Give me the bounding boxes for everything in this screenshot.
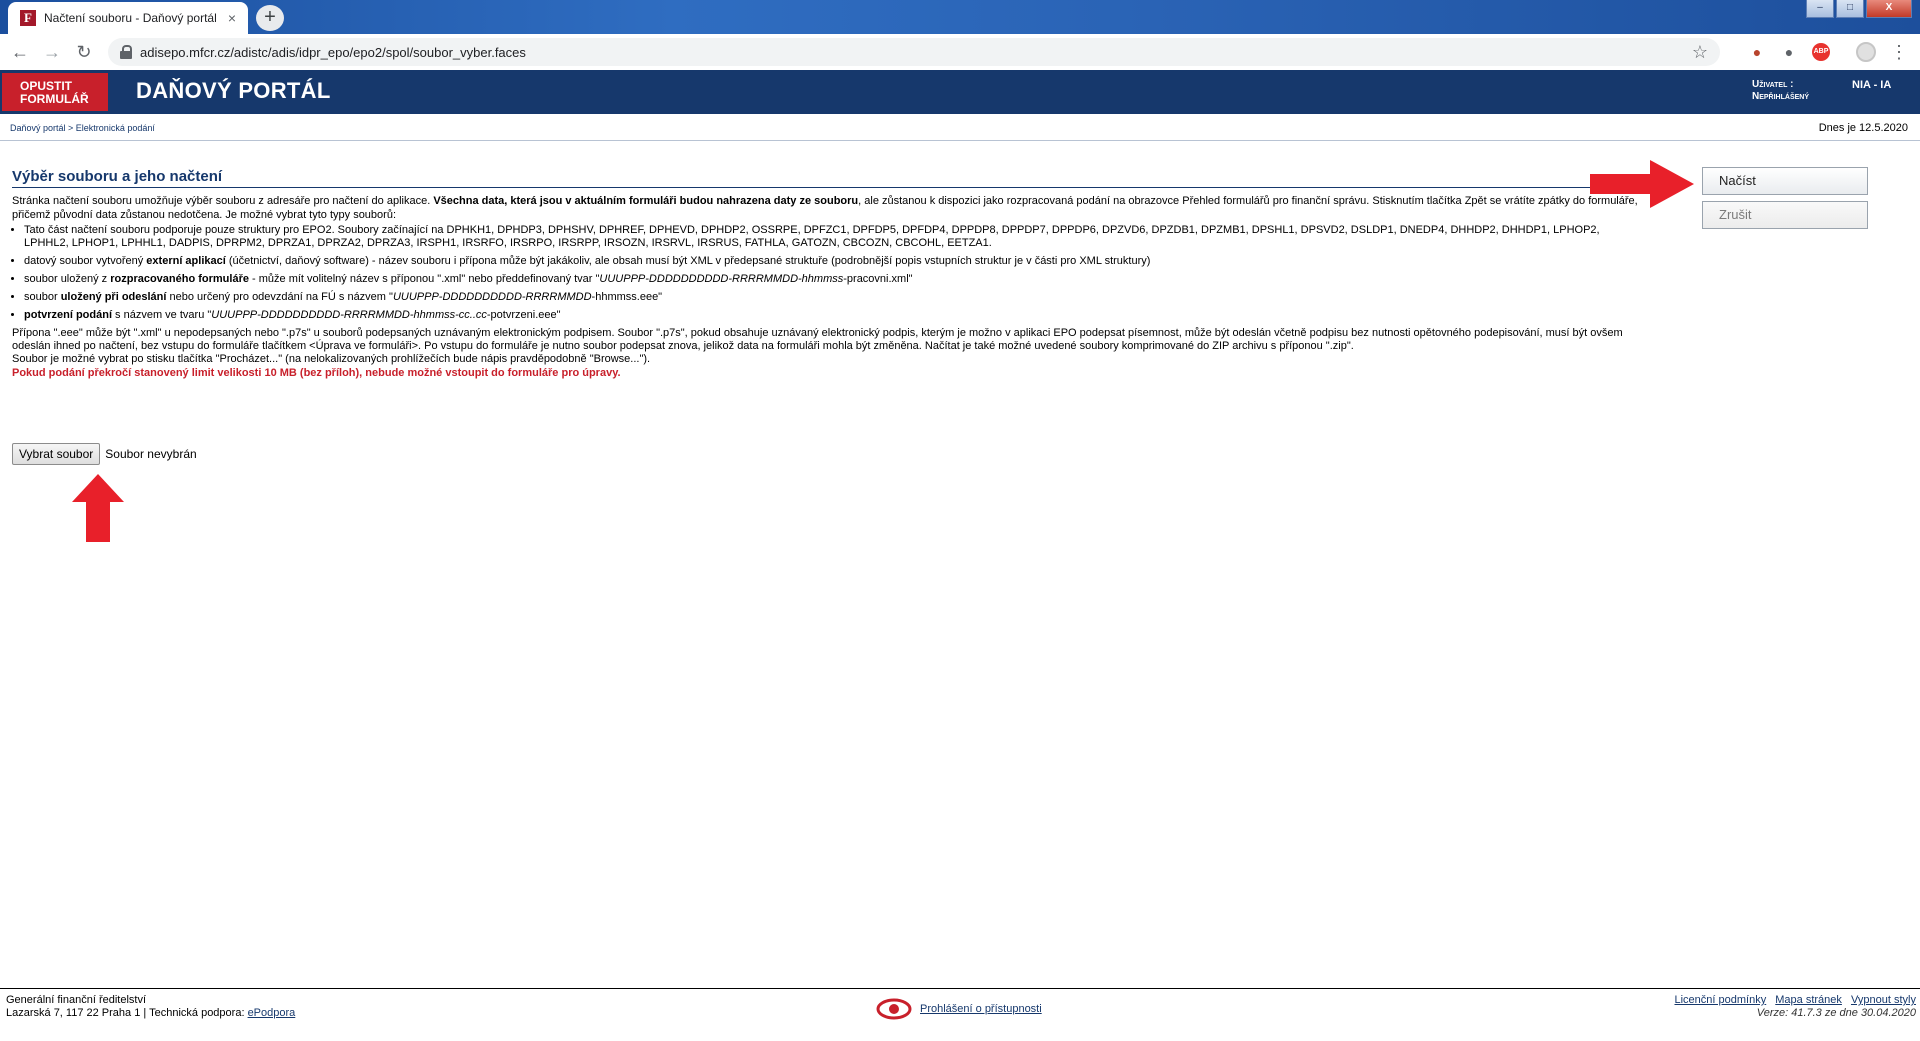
- footer-org-name: Generální finanční ředitelství: [6, 994, 147, 1006]
- list-item: datový soubor vytvořený externí aplikací…: [24, 255, 1646, 268]
- browser-toolbar: ← → ↻ adisepo.mfcr.cz/adistc/adis/idpr_e…: [0, 34, 1920, 71]
- portal-favicon-icon: F: [20, 10, 36, 26]
- footer-org: Generální finanční ředitelství Lazarská …: [6, 994, 295, 1020]
- size-limit-warning: Pokud podání překročí stanovený limit ve…: [12, 367, 621, 379]
- lock-icon[interactable]: [120, 45, 132, 59]
- accessibility-link[interactable]: Prohlášení o přístupnosti: [920, 1003, 1042, 1016]
- user-label-line1: Uživatel :: [1752, 79, 1794, 90]
- eye-icon: [876, 998, 912, 1020]
- reload-icon[interactable]: ↻: [72, 40, 96, 64]
- disable-styles-link[interactable]: Vypnout styly: [1851, 994, 1916, 1006]
- browser-tab[interactable]: F Načtení souboru - Daňový portál ×: [8, 2, 248, 34]
- portal-title: DAŇOVÝ PORTÁL: [136, 78, 331, 103]
- load-button[interactable]: Načíst: [1702, 167, 1868, 195]
- intro-warning-bold: Všechna data, která jsou v aktuálním for…: [433, 195, 859, 207]
- browse-note: Soubor je možné vybrat po stisku tlačítk…: [12, 353, 651, 365]
- tab-title: Načtení souboru - Daňový portál: [44, 11, 217, 25]
- page-title: Výběr souboru a jeho načtení: [12, 168, 1646, 188]
- user-label-line2: Nepřihlášený: [1752, 91, 1810, 102]
- exit-label-line2: FORMULÁŘ: [20, 92, 89, 106]
- new-tab-button[interactable]: +: [256, 5, 284, 31]
- list-item: soubor uložený při odeslání nebo určený …: [24, 291, 1646, 304]
- current-date: Dnes je 12.5.2020: [1818, 122, 1908, 134]
- list-item: Tato část načtení souboru podporuje pouz…: [24, 224, 1646, 250]
- annotation-arrow-right-icon: [1590, 160, 1694, 208]
- footer: Generální finanční ředitelství Lazarská …: [0, 988, 1920, 1041]
- footer-links: Licenční podmínky Mapa stránek Vypnout s…: [1668, 994, 1916, 1020]
- sitemap-link[interactable]: Mapa stránek: [1775, 994, 1842, 1006]
- ladybug-icon[interactable]: ●: [1748, 43, 1766, 61]
- back-arrow-icon[interactable]: ←: [8, 40, 32, 64]
- browser-tabstrip: F Načtení souboru - Daňový portál × + – …: [0, 0, 1920, 34]
- breadcrumb-bar: Daňový portál > Elektronická podání Dnes…: [0, 114, 1920, 141]
- file-input[interactable]: Vybrat soubor Soubor nevybrán: [12, 443, 197, 465]
- profile-avatar-icon[interactable]: [1856, 42, 1876, 62]
- breadcrumb-item-portal[interactable]: Daňový portál: [10, 123, 66, 133]
- breadcrumb: Daňový portál > Elektronická podání: [10, 123, 155, 133]
- bookmark-star-icon[interactable]: ☆: [1692, 42, 1708, 63]
- browser-menu-icon[interactable]: ⋮: [1890, 40, 1908, 64]
- user-label: Uživatel : Nepřihlášený: [1752, 79, 1809, 103]
- choose-file-button[interactable]: Vybrat soubor: [12, 443, 101, 465]
- minimize-button[interactable]: –: [1806, 0, 1834, 18]
- portal-header: OPUSTIT FORMULÁŘ DAŇOVÝ PORTÁL Uživatel …: [0, 70, 1920, 114]
- extension-note: Přípona ".eee" může být ".xml" u nepodep…: [12, 327, 1623, 352]
- address-bar[interactable]: adisepo.mfcr.cz/adistc/adis/idpr_epo/epo…: [108, 38, 1720, 66]
- adblock-icon[interactable]: ABP: [1812, 43, 1830, 61]
- breadcrumb-item-electronic-filing[interactable]: Elektronická podání: [76, 123, 155, 133]
- footer-address: Lazarská 7, 117 22 Praha 1 | Technická p…: [6, 1007, 296, 1019]
- login-method: NIA - IA: [1852, 79, 1892, 91]
- location-pin-icon[interactable]: ●: [1780, 43, 1798, 61]
- close-tab-icon[interactable]: ×: [222, 10, 242, 26]
- file-status-text: Soubor nevybrán: [105, 447, 197, 461]
- support-link[interactable]: ePodpora: [248, 1007, 296, 1019]
- list-item: soubor uložený z rozpracovaného formulář…: [24, 273, 1646, 286]
- exit-label-line1: OPUSTIT: [20, 79, 73, 93]
- cancel-button[interactable]: Zrušit: [1702, 201, 1868, 229]
- file-types-list: Tato část načtení souboru podporuje pouz…: [12, 224, 1646, 322]
- close-window-button[interactable]: X: [1866, 0, 1912, 18]
- maximize-button[interactable]: □: [1836, 0, 1864, 18]
- version-text: Verze: 41.7.3 ze dne 30.04.2020: [1756, 1007, 1916, 1019]
- annotation-arrow-up-icon: [72, 474, 124, 542]
- breadcrumb-separator: >: [65, 123, 76, 133]
- main-content: Výběr souboru a jeho načtení Stránka nač…: [12, 168, 1646, 380]
- license-link[interactable]: Licenční podmínky: [1674, 994, 1766, 1006]
- exit-form-button[interactable]: OPUSTIT FORMULÁŘ: [2, 73, 108, 111]
- list-item: potvrzení podání s názvem ve tvaru "UUUP…: [24, 309, 1646, 322]
- window-controls: – □ X: [1806, 0, 1912, 18]
- forward-arrow-icon[interactable]: →: [40, 40, 64, 64]
- url-text[interactable]: adisepo.mfcr.cz/adistc/adis/idpr_epo/epo…: [140, 45, 1692, 60]
- accessibility-block: Prohlášení o přístupnosti: [876, 998, 1042, 1020]
- intro-text: Stránka načtení souboru umožňuje výběr s…: [12, 195, 1638, 221]
